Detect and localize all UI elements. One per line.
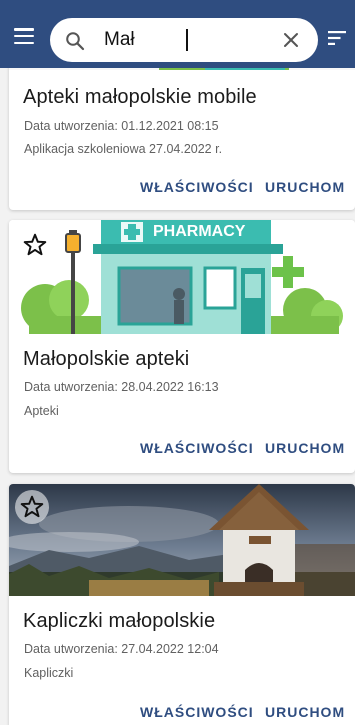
close-icon[interactable] (280, 29, 302, 51)
card-created-date: Data utworzenia: 27.04.2022 12:04 (24, 642, 219, 656)
card-description: Aplikacja szkoleniowa 27.04.2022 r. (24, 142, 223, 156)
search-input[interactable] (104, 26, 274, 54)
launch-button[interactable]: URUCHOM (265, 179, 345, 195)
card-image (9, 484, 355, 596)
card-title: Kapliczki małopolskie (23, 610, 216, 632)
card-created-date: Data utworzenia: 01.12.2021 08:15 (24, 119, 219, 133)
banner-text: PHARMACY (153, 223, 246, 240)
card-created-date: Data utworzenia: 28.04.2022 16:13 (24, 380, 219, 394)
app-card: Kapliczki małopolskie Data utworzenia: 2… (9, 484, 355, 725)
star-outline-icon[interactable] (22, 232, 48, 258)
card-title: Apteki małopolskie mobile (23, 86, 257, 108)
filter-icon[interactable] (328, 31, 346, 45)
launch-button[interactable]: URUCHOM (265, 440, 345, 456)
search-icon (66, 32, 85, 51)
card-title: Małopolskie apteki (23, 348, 190, 370)
properties-button[interactable]: WŁAŚCIWOŚCI (140, 440, 254, 456)
card-description: Kapliczki (24, 666, 74, 680)
search-box[interactable] (50, 18, 318, 62)
card-description: Apteki (24, 404, 59, 418)
properties-button[interactable]: WŁAŚCIWOŚCI (140, 179, 254, 195)
app-bar (0, 0, 355, 68)
app-card: PHARMACY Małopolskie apteki Data utworze… (9, 220, 355, 473)
card-image: PHARMACY (9, 220, 355, 334)
launch-button[interactable]: URUCHOM (265, 704, 345, 720)
text-caret (186, 29, 188, 51)
star-outline-icon[interactable] (19, 494, 45, 520)
properties-button[interactable]: WŁAŚCIWOŚCI (140, 704, 254, 720)
menu-icon[interactable] (14, 28, 34, 45)
